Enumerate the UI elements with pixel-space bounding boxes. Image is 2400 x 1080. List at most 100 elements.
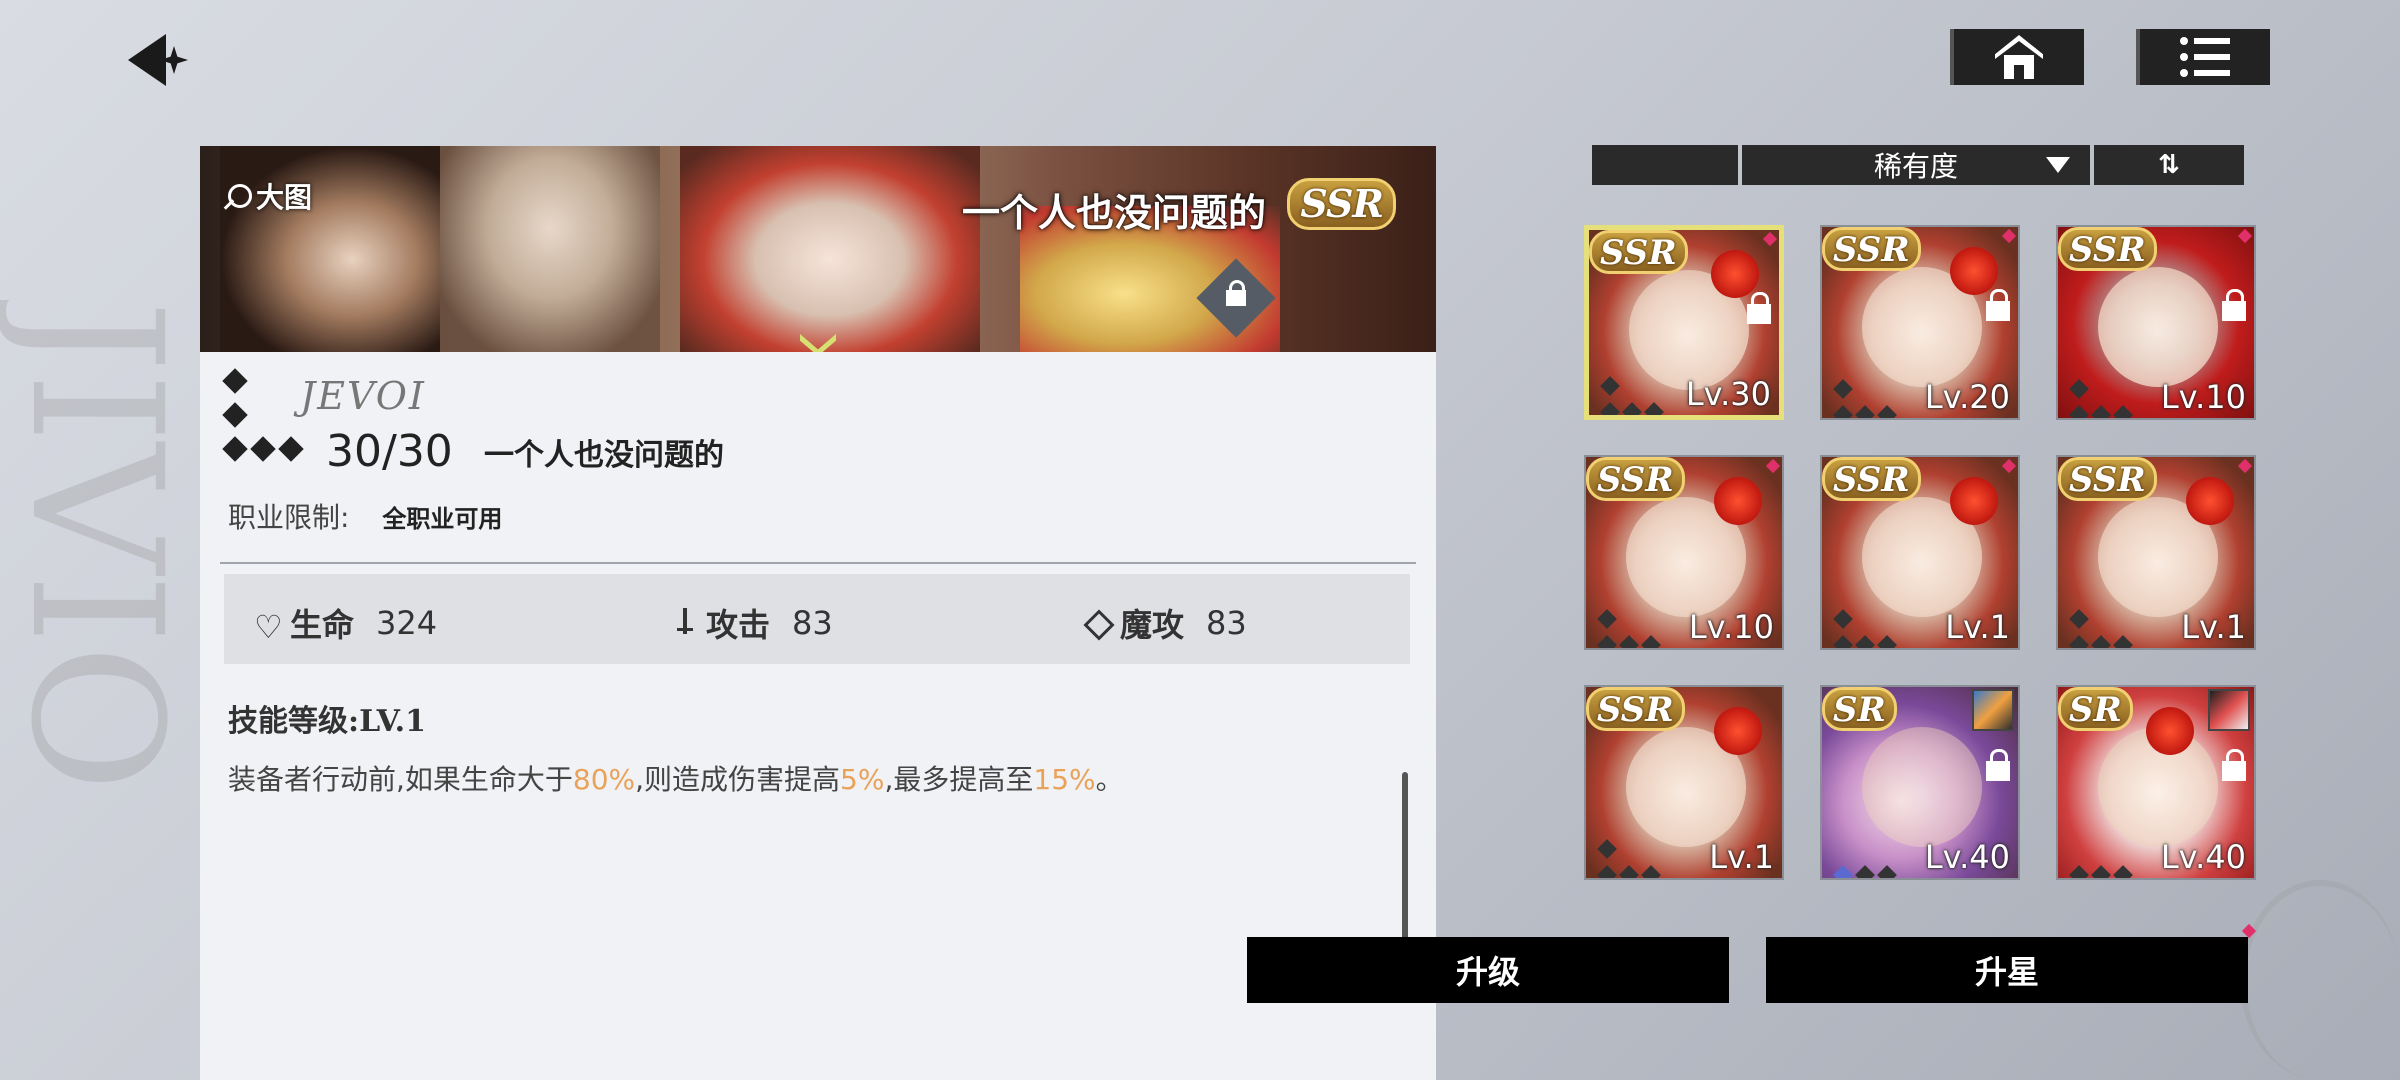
magnifier-icon (228, 184, 252, 208)
skill-description: 装备者行动前,如果生命大于80%,则造成伤害提高5%,最多提高至15%。 (228, 758, 1124, 798)
item-name: 一个人也没问题的 (484, 438, 724, 473)
new-marker (2001, 458, 2017, 474)
stat-value: 83 (792, 604, 833, 642)
sort-order-icon: ⇅ (2158, 150, 2180, 180)
class-restriction: 职业限制: 全职业可用 (228, 496, 502, 536)
stat-label: 魔攻 (1120, 606, 1185, 644)
new-marker (1765, 458, 1781, 474)
class-restriction-label: 职业限制: (228, 501, 350, 534)
background-decoration: JIVIO (0, 300, 200, 792)
card-level: Lv.40 (1924, 838, 2010, 876)
upgrade-button[interactable]: 升级 (1247, 937, 1729, 1003)
stats-bar: 生命 324 攻击 83 魔攻 83 (224, 574, 1410, 664)
rarity-badge: SSR (1287, 178, 1396, 230)
stat-label: 生命 (290, 606, 355, 644)
equipment-card[interactable]: SSR Lv.1 (1820, 455, 2020, 650)
card-level: Lv.20 (1924, 378, 2010, 416)
new-marker (1762, 231, 1778, 247)
divider (220, 562, 1416, 564)
rose-decoration (1714, 477, 1762, 525)
rarity-badge: SSR (1586, 457, 1685, 501)
lock-icon (1986, 289, 2010, 321)
rarity-badge: SSR (1589, 230, 1688, 274)
rose-decoration (2146, 707, 2194, 755)
stat-value: 324 (376, 604, 438, 642)
rarity-badge: SSR (1822, 227, 1921, 271)
skill-desc-text: 。 (1095, 763, 1124, 796)
rose-decoration (1950, 247, 1998, 295)
card-level: Lv.1 (1709, 838, 1774, 876)
chevron-down-icon (2046, 157, 2070, 173)
rarity-badge: SSR (1822, 457, 1921, 501)
scrollbar[interactable] (1402, 772, 1408, 952)
rarity-badge: SSR (2058, 457, 2157, 501)
stat-label: 攻击 (706, 606, 771, 644)
card-art (1862, 727, 1982, 847)
background-decoration-right (2240, 880, 2400, 1080)
banner-title: 一个人也没问题的 (961, 191, 1266, 235)
sort-bar: 稀有度 ⇅ (1592, 145, 2248, 185)
heart-icon (254, 608, 284, 638)
sort-order-button[interactable]: ⇅ (2094, 145, 2244, 185)
list-icon (2180, 37, 2230, 77)
equipment-card[interactable]: SSR Lv.20 (1820, 225, 2020, 420)
zoom-label: 大图 (256, 181, 313, 214)
card-level: Lv.40 (2160, 838, 2246, 876)
card-art (2098, 267, 2218, 387)
equipment-card[interactable]: SR Lv.40 (2056, 685, 2256, 880)
rose-decoration (2186, 477, 2234, 525)
card-level: Lv.10 (2160, 378, 2246, 416)
stat-magic-attack: 魔攻 83 (1083, 600, 1247, 646)
equipment-card[interactable]: SSR Lv.1 (2056, 455, 2256, 650)
equipment-card[interactable]: SSR Lv.1 (1584, 685, 1784, 880)
rarity-badge: SSR (1586, 687, 1685, 731)
new-marker (2237, 458, 2253, 474)
lock-icon (2222, 289, 2246, 321)
rarity-badge: SSR (2058, 227, 2157, 271)
filter-button[interactable] (1592, 145, 1738, 185)
class-restriction-value: 全职业可用 (382, 505, 503, 533)
card-level: Lv.10 (1688, 608, 1774, 646)
item-level: 30/30 (326, 426, 453, 477)
lock-icon (1747, 292, 1771, 324)
sort-dropdown[interactable]: 稀有度 (1742, 145, 2090, 185)
skill-desc-text: 装备者行动前,如果生命大于 (228, 763, 573, 796)
sword-icon (670, 608, 700, 638)
lock-icon (1226, 290, 1246, 306)
brand-logo: JEVOI (300, 374, 426, 418)
equipped-character-avatar (2208, 689, 2250, 731)
new-marker (2001, 228, 2017, 244)
menu-button[interactable] (2136, 29, 2270, 85)
skill-level: 技能等级:LV.1 (228, 704, 426, 739)
stat-value: 83 (1206, 604, 1247, 642)
banner-art-character-3 (680, 146, 980, 352)
home-icon (1995, 35, 2043, 79)
star-up-button[interactable]: 升星 (1766, 937, 2248, 1003)
card-level: Lv.30 (1685, 375, 1771, 413)
skill-desc-highlight: 15% (1033, 763, 1096, 796)
rose-decoration (1714, 707, 1762, 755)
rarity-badge: SR (1822, 687, 1897, 731)
rose-decoration (1711, 250, 1759, 298)
new-marker (2237, 228, 2253, 244)
equipment-card[interactable]: SSR Lv.10 (1584, 455, 1784, 650)
card-level: Lv.1 (2181, 608, 2246, 646)
banner-art-character-2 (440, 146, 660, 352)
equipment-card[interactable]: SR Lv.40 (1820, 685, 2020, 880)
equipped-character-avatar (1972, 689, 2014, 731)
sort-label: 稀有度 (1873, 150, 1958, 183)
equipment-card[interactable]: SSR Lv.30 (1584, 225, 1784, 420)
home-button[interactable] (1950, 29, 2084, 85)
lock-icon (2222, 749, 2246, 781)
equipment-card[interactable]: SSR Lv.10 (2056, 225, 2256, 420)
rose-decoration (1950, 477, 1998, 525)
stat-attack: 攻击 83 (670, 600, 833, 646)
card-level: Lv.1 (1945, 608, 2010, 646)
back-button[interactable] (128, 30, 218, 90)
magic-diamond-icon (1083, 609, 1115, 641)
skill-desc-text: ,最多提高至 (884, 763, 1034, 796)
stat-hp: 生命 324 (254, 600, 437, 646)
lock-icon (1986, 749, 2010, 781)
zoom-button[interactable]: 大图 (228, 176, 312, 216)
skill-desc-highlight: 5% (840, 763, 885, 796)
